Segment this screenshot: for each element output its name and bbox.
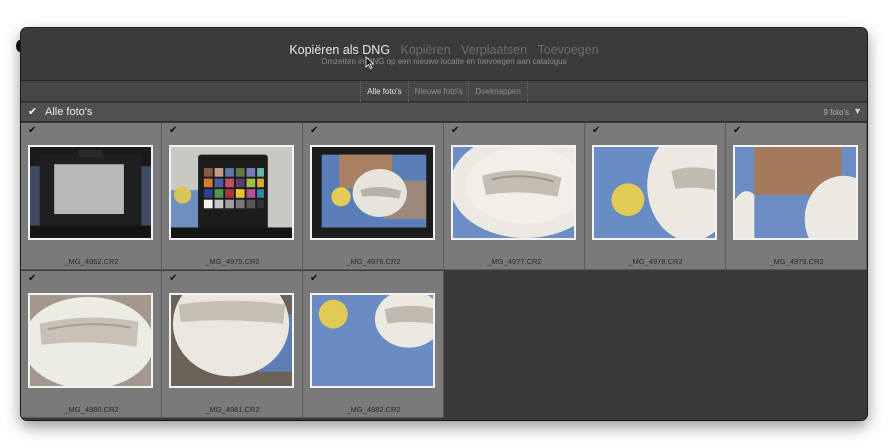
photo-cell[interactable]: ✔ _MG_4982.CR2 [303,271,444,418]
photo-cell[interactable]: ✔ _MG_4976.CR2 [303,123,444,270]
photo-filename: _MG_4981.CR2 [205,405,260,414]
check-icon[interactable]: ✔ [310,125,318,136]
pointer-cursor-icon [365,56,375,69]
triangle-down-icon[interactable]: ▼ [853,106,862,116]
photo-cell[interactable]: ✔ _MG_4980.CR2 [21,271,162,418]
photo-filename: _MG_4978.CR2 [628,257,683,266]
mode-description: Omzetten in DNG op een nieuwe locatie en… [321,57,567,66]
photo-filename: _MG_4977.CR2 [487,257,542,266]
photo-thumbnail [28,293,153,388]
grid-filter-bar: Alle foto's Nieuwe foto's Doelmappen [21,81,867,102]
mode-copy-as-dng[interactable]: Kopiëren als DNG [289,43,390,57]
photo-thumbnail [28,145,153,240]
photo-thumbnail [451,145,576,240]
photo-filename: _MG_4976.CR2 [346,257,401,266]
import-dialog: Kopiëren als DNG Kopiëren Verplaatsen To… [21,28,867,420]
photo-thumbnail [592,145,717,240]
section-header: ✔ Alle foto's 9 foto's ▼ [21,103,867,122]
photo-filename: _MG_4975.CR2 [205,257,260,266]
mode-copy[interactable]: Kopiëren [401,43,451,57]
photo-thumbnail [733,145,858,240]
check-icon[interactable]: ✔ [451,125,459,136]
photo-thumbnail [169,145,294,240]
filter-tab-destination-folders[interactable]: Doelmappen [468,81,528,102]
check-icon[interactable]: ✔ [169,125,177,136]
photo-cell[interactable]: ✔ _MG_4962.CR2 [21,123,162,270]
photo-cell[interactable]: ✔ _MG_4977.CR2 [444,123,585,270]
mode-move[interactable]: Verplaatsen [461,43,527,57]
photo-cell[interactable]: ✔ _MG_4981.CR2 [162,271,303,418]
check-icon[interactable]: ✔ [28,125,36,136]
photo-thumbnail [310,293,435,388]
photo-filename: _MG_4962.CR2 [64,257,119,266]
photo-thumbnail [169,293,294,388]
check-all-checkbox[interactable]: ✔ [28,105,37,118]
photo-filename: _MG_4982.CR2 [346,405,401,414]
photo-thumbnail [310,145,435,240]
photo-filename: _MG_4979.CR2 [769,257,824,266]
check-icon[interactable]: ✔ [28,273,36,284]
check-icon[interactable]: ✔ [592,125,600,136]
section-title: Alle foto's [45,106,93,118]
photo-grid: ✔ _MG_4962.CR2 ✔ _MG_4975.CR2 ✔ _MG_4976… [21,123,867,420]
photo-cell[interactable]: ✔ _MG_4975.CR2 [162,123,303,270]
check-icon[interactable]: ✔ [733,125,741,136]
filter-tab-new-photos[interactable]: Nieuwe foto's [407,81,469,102]
photo-filename: _MG_4980.CR2 [64,405,119,414]
photo-count: 9 foto's [823,108,849,117]
photo-cell[interactable]: ✔ _MG_4978.CR2 [585,123,726,270]
check-icon[interactable]: ✔ [310,273,318,284]
check-icon[interactable]: ✔ [169,273,177,284]
photo-cell[interactable]: ✔ _MG_4979.CR2 [726,123,867,270]
mode-add[interactable]: Toevoegen [538,43,599,57]
import-mode-header: Kopiëren als DNG Kopiëren Verplaatsen To… [21,28,867,81]
filter-tab-all-photos[interactable]: Alle foto's [360,81,407,102]
